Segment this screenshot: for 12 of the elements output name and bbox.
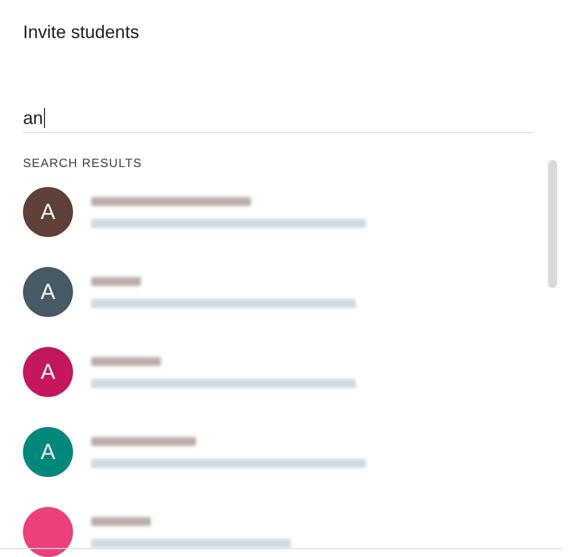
search-field[interactable]: an (23, 100, 533, 133)
dialog-title: Invite students (23, 21, 140, 44)
blurred-name (91, 276, 141, 286)
avatar[interactable]: A (23, 347, 73, 397)
scrollbar[interactable] (548, 160, 557, 288)
avatar[interactable]: A (23, 267, 73, 317)
avatar[interactable]: A (23, 187, 73, 237)
avatar[interactable]: A (23, 427, 73, 477)
section-heading: SEARCH RESULTS (23, 156, 144, 170)
avatar[interactable] (23, 507, 73, 557)
blurred-name (91, 356, 161, 366)
blurred-name (91, 516, 151, 526)
